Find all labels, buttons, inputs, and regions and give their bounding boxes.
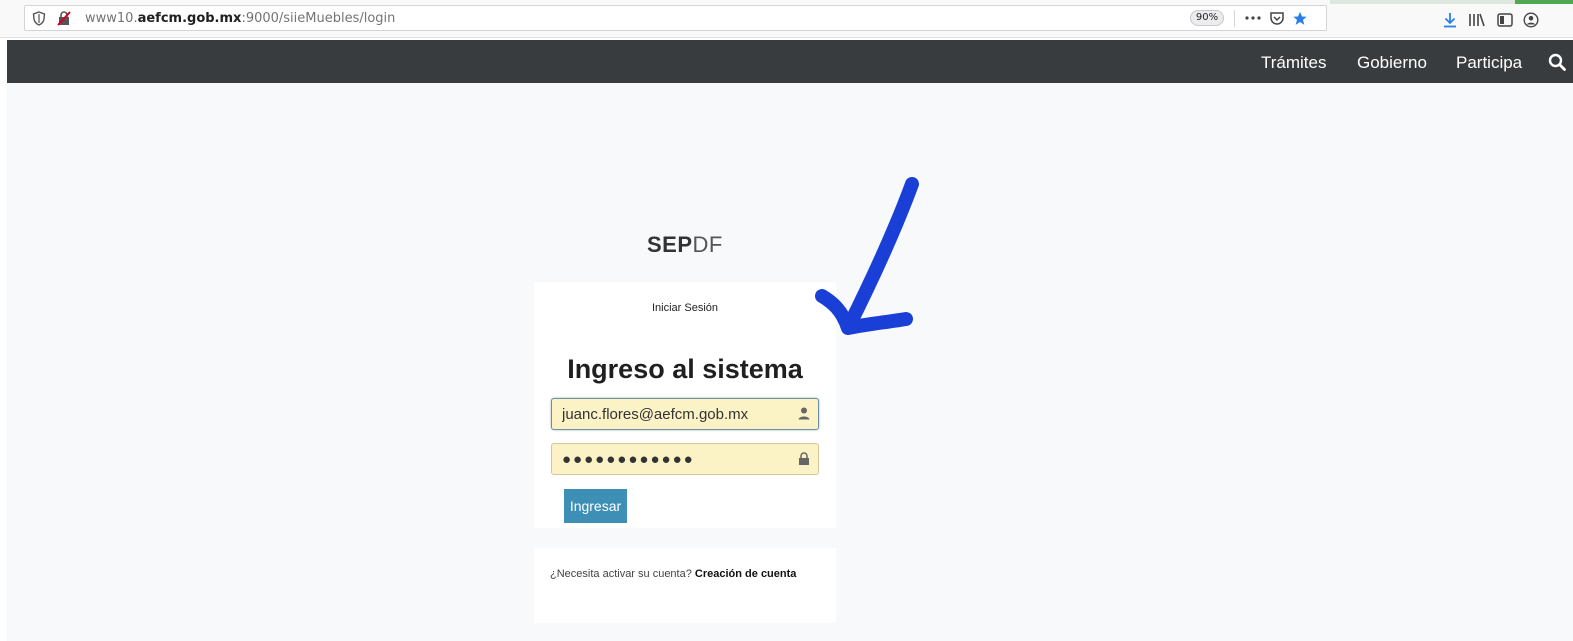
site-navbar: Trámites Gobierno Participa xyxy=(7,40,1573,83)
sidebar-icon[interactable] xyxy=(1496,11,1514,29)
email-input[interactable] xyxy=(552,399,792,429)
page-gutter xyxy=(0,38,7,641)
nav-link-participa[interactable]: Participa xyxy=(1456,53,1522,73)
login-submit-button[interactable]: Ingresar xyxy=(564,489,627,523)
password-field[interactable] xyxy=(551,443,819,475)
insecure-lock-icon[interactable] xyxy=(56,10,72,26)
library-icon[interactable] xyxy=(1468,11,1486,29)
browser-toolbar: www10.aefcm.gob.mx:9000/siieMuebles/logi… xyxy=(0,0,1573,38)
urlbar-divider xyxy=(1234,10,1235,27)
bookmark-star-icon[interactable] xyxy=(1292,10,1308,26)
tab-accent-light xyxy=(1330,0,1515,4)
url-prefix: www10. xyxy=(85,11,138,26)
logo-strong-text: SEP xyxy=(647,232,693,257)
search-icon[interactable] xyxy=(1548,53,1566,71)
logo-light-text: DF xyxy=(692,232,723,257)
nav-link-tramites[interactable]: Trámites xyxy=(1261,53,1327,73)
signup-line: ¿Necesita activar su cuenta? Creación de… xyxy=(550,568,796,580)
lock-icon xyxy=(798,452,810,465)
url-path: :9000/siieMuebles/login xyxy=(241,11,396,26)
url-domain: aefcm.gob.mx xyxy=(137,11,242,26)
signup-panel: ¿Necesita activar su cuenta? Creación de… xyxy=(534,548,836,623)
signup-question: ¿Necesita activar su cuenta? xyxy=(550,568,692,580)
url-bar[interactable]: www10.aefcm.gob.mx:9000/siieMuebles/logi… xyxy=(24,5,1327,31)
site-logo: SEPDF xyxy=(647,232,723,258)
url-text[interactable]: www10.aefcm.gob.mx:9000/siieMuebles/logi… xyxy=(85,11,395,26)
shield-icon[interactable] xyxy=(31,10,47,26)
zoom-badge[interactable]: 90% xyxy=(1190,10,1224,26)
create-account-link[interactable]: Creación de cuenta xyxy=(695,568,796,580)
account-icon[interactable] xyxy=(1522,11,1540,29)
nav-link-gobierno[interactable]: Gobierno xyxy=(1357,53,1427,73)
download-icon[interactable] xyxy=(1441,11,1459,29)
user-icon xyxy=(798,407,810,420)
page-actions-icon[interactable] xyxy=(1245,10,1261,26)
password-input[interactable] xyxy=(552,444,792,474)
annotation-arrow-icon xyxy=(815,177,919,335)
email-field[interactable] xyxy=(551,398,819,430)
pocket-icon[interactable] xyxy=(1269,10,1285,26)
